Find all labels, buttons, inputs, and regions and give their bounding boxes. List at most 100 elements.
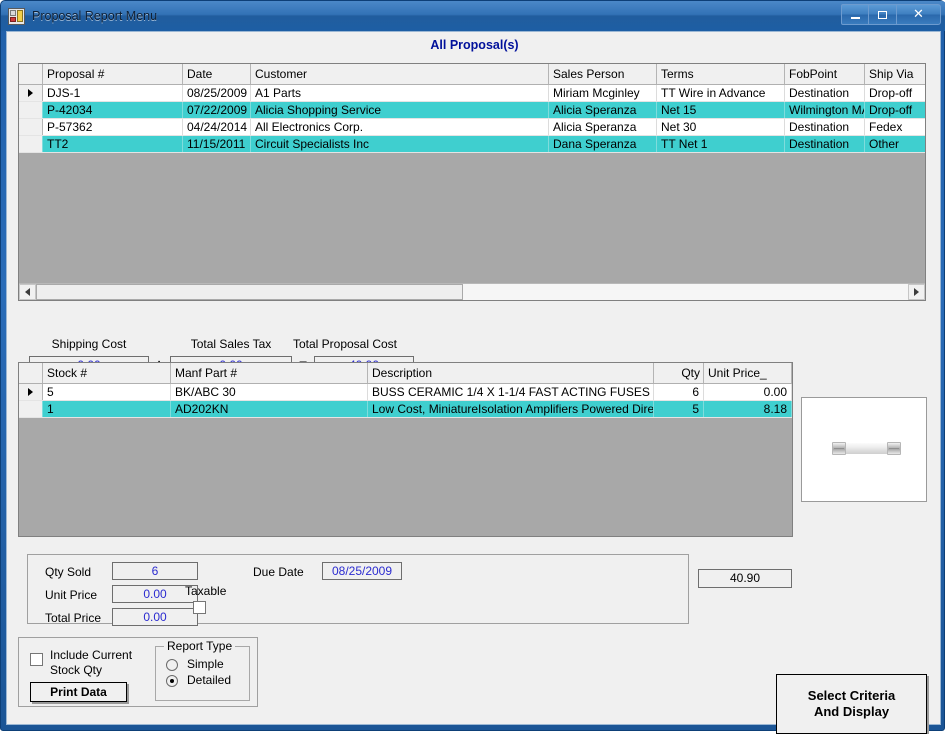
include-current-stock-qty-label-line1: Include Current bbox=[50, 648, 133, 662]
table-row[interactable]: 5 BK/ABC 30 BUSS CERAMIC 1/4 X 1-1/4 FAS… bbox=[19, 384, 792, 401]
cell-terms[interactable]: Net 15 bbox=[657, 102, 785, 118]
lines-grid-empty-area bbox=[19, 418, 792, 521]
cell-proposal[interactable]: DJS-1 bbox=[43, 85, 183, 101]
cell-sales-person[interactable]: Dana Speranza bbox=[549, 136, 657, 152]
cell-sales-person[interactable]: Alicia Speranza bbox=[549, 102, 657, 118]
client-area: All Proposal(s) Proposal # Date Customer… bbox=[6, 31, 941, 734]
taxable-label: Taxable bbox=[185, 584, 227, 598]
cell-fob-point[interactable]: Destination bbox=[785, 119, 865, 135]
total-price-field[interactable]: 0.00 bbox=[112, 608, 198, 626]
table-row[interactable]: TT2 11/15/2011 Circuit Specialists Inc D… bbox=[19, 136, 925, 153]
cell-date[interactable]: 08/25/2009 bbox=[183, 85, 251, 101]
report-type-radio-simple[interactable] bbox=[166, 659, 178, 671]
cell-date[interactable]: 04/24/2014 bbox=[183, 119, 251, 135]
cell-manf-part[interactable]: AD202KN bbox=[171, 401, 368, 417]
close-button[interactable]: ✕ bbox=[897, 4, 941, 25]
proposals-grid[interactable]: Proposal # Date Customer Sales Person Te… bbox=[18, 63, 926, 301]
report-type-label-detailed: Detailed bbox=[187, 673, 232, 687]
print-data-button[interactable]: Print Data bbox=[30, 682, 127, 702]
cell-manf-part[interactable]: BK/ABC 30 bbox=[171, 384, 368, 400]
column-header-description[interactable]: Description bbox=[368, 363, 654, 383]
row-indicator[interactable] bbox=[19, 136, 43, 152]
lines-grid[interactable]: Stock # Manf Part # Description Qty Unit… bbox=[18, 362, 793, 537]
table-row[interactable]: DJS-1 08/25/2009 A1 Parts Miriam Mcginle… bbox=[19, 85, 925, 102]
cell-unit-price[interactable]: 8.18 bbox=[704, 401, 792, 417]
cell-description[interactable]: BUSS CERAMIC 1/4 X 1-1/4 FAST ACTING FUS… bbox=[368, 384, 654, 400]
column-header-sales-person[interactable]: Sales Person bbox=[549, 64, 657, 84]
column-header-date[interactable]: Date bbox=[183, 64, 251, 84]
cell-customer[interactable]: A1 Parts bbox=[251, 85, 549, 101]
scroll-track[interactable] bbox=[36, 284, 908, 300]
taxable-checkbox[interactable] bbox=[193, 601, 206, 614]
cell-customer[interactable]: Alicia Shopping Service bbox=[251, 102, 549, 118]
table-row[interactable]: 1 AD202KN Low Cost, MiniatureIsolation A… bbox=[19, 401, 792, 418]
column-header-stock[interactable]: Stock # bbox=[43, 363, 171, 383]
proposals-grid-hscrollbar[interactable] bbox=[19, 283, 925, 300]
cell-proposal[interactable]: P-57362 bbox=[43, 119, 183, 135]
cell-stock[interactable]: 5 bbox=[43, 384, 171, 400]
window-title: Proposal Report Menu bbox=[32, 9, 158, 23]
total-proposal-cost-label: Total Proposal Cost bbox=[292, 337, 398, 351]
column-header-unit-price[interactable]: Unit Price_ bbox=[704, 363, 792, 383]
cell-qty[interactable]: 5 bbox=[654, 401, 704, 417]
row-indicator[interactable] bbox=[19, 85, 43, 101]
application-window: Proposal Report Menu ✕ All Proposal(s) P… bbox=[0, 0, 945, 734]
cell-customer[interactable]: Circuit Specialists Inc bbox=[251, 136, 549, 152]
table-row[interactable]: P-57362 04/24/2014 All Electronics Corp.… bbox=[19, 119, 925, 136]
column-header-proposal[interactable]: Proposal # bbox=[43, 64, 183, 84]
row-indicator-header bbox=[19, 64, 43, 84]
cell-fob-point[interactable]: Wilmington MA bbox=[785, 102, 865, 118]
include-current-stock-qty-checkbox[interactable] bbox=[30, 653, 43, 666]
scroll-left-arrow-icon[interactable] bbox=[19, 284, 36, 300]
include-current-stock-qty-label-line2: Stock Qty bbox=[50, 663, 103, 677]
cell-sales-person[interactable]: Miriam Mcginley bbox=[549, 85, 657, 101]
form-icon bbox=[8, 7, 25, 25]
cell-qty[interactable]: 6 bbox=[654, 384, 704, 400]
column-header-customer[interactable]: Customer bbox=[251, 64, 549, 84]
unit-price-label: Unit Price bbox=[45, 588, 98, 602]
cell-date[interactable]: 07/22/2009 bbox=[183, 102, 251, 118]
current-row-caret-icon bbox=[28, 388, 33, 396]
qty-sold-field[interactable]: 6 bbox=[112, 562, 198, 580]
cell-proposal[interactable]: TT2 bbox=[43, 136, 183, 152]
product-image-box bbox=[801, 397, 927, 502]
minimize-button[interactable] bbox=[841, 4, 869, 25]
scroll-right-arrow-icon[interactable] bbox=[908, 284, 925, 300]
column-header-terms[interactable]: Terms bbox=[657, 64, 785, 84]
cell-stock[interactable]: 1 bbox=[43, 401, 171, 417]
row-indicator[interactable] bbox=[19, 119, 43, 135]
cell-terms[interactable]: TT Net 1 bbox=[657, 136, 785, 152]
cell-unit-price[interactable]: 0.00 bbox=[704, 384, 792, 400]
cell-terms[interactable]: TT Wire in Advance bbox=[657, 85, 785, 101]
cell-ship-via[interactable]: Fedex bbox=[865, 119, 925, 135]
cell-fob-point[interactable]: Destination bbox=[785, 136, 865, 152]
window-controls: ✕ bbox=[841, 4, 941, 25]
maximize-button[interactable] bbox=[869, 4, 897, 25]
cell-customer[interactable]: All Electronics Corp. bbox=[251, 119, 549, 135]
table-row[interactable]: P-42034 07/22/2009 Alicia Shopping Servi… bbox=[19, 102, 925, 119]
cell-ship-via[interactable]: Drop-off bbox=[865, 102, 925, 118]
row-indicator[interactable] bbox=[19, 102, 43, 118]
report-type-label-simple: Simple bbox=[187, 657, 224, 671]
column-header-fob-point[interactable]: FobPoint bbox=[785, 64, 865, 84]
cell-description[interactable]: Low Cost, MiniatureIsolation Amplifiers … bbox=[368, 401, 654, 417]
row-indicator[interactable] bbox=[19, 384, 43, 400]
cell-fob-point[interactable]: Destination bbox=[785, 85, 865, 101]
due-date-field[interactable]: 08/25/2009 bbox=[322, 562, 402, 580]
column-header-ship-via[interactable]: Ship Via bbox=[865, 64, 925, 84]
cell-sales-person[interactable]: Alicia Speranza bbox=[549, 119, 657, 135]
scroll-thumb[interactable] bbox=[36, 284, 464, 300]
cell-ship-via[interactable]: Other bbox=[865, 136, 925, 152]
row-indicator[interactable] bbox=[19, 401, 43, 417]
column-header-qty[interactable]: Qty bbox=[654, 363, 704, 383]
cell-date[interactable]: 11/15/2011 bbox=[183, 136, 251, 152]
cell-terms[interactable]: Net 30 bbox=[657, 119, 785, 135]
column-header-manf-part[interactable]: Manf Part # bbox=[171, 363, 368, 383]
cell-ship-via[interactable]: Drop-off bbox=[865, 85, 925, 101]
report-type-group: Report Type Simple Detailed bbox=[155, 639, 250, 701]
select-criteria-and-display-button[interactable]: Select Criteria And Display bbox=[776, 674, 927, 734]
report-type-radio-detailed[interactable] bbox=[166, 675, 178, 687]
cell-proposal[interactable]: P-42034 bbox=[43, 102, 183, 118]
grand-total-field[interactable]: 40.90 bbox=[698, 569, 792, 588]
row-indicator-header bbox=[19, 363, 43, 383]
